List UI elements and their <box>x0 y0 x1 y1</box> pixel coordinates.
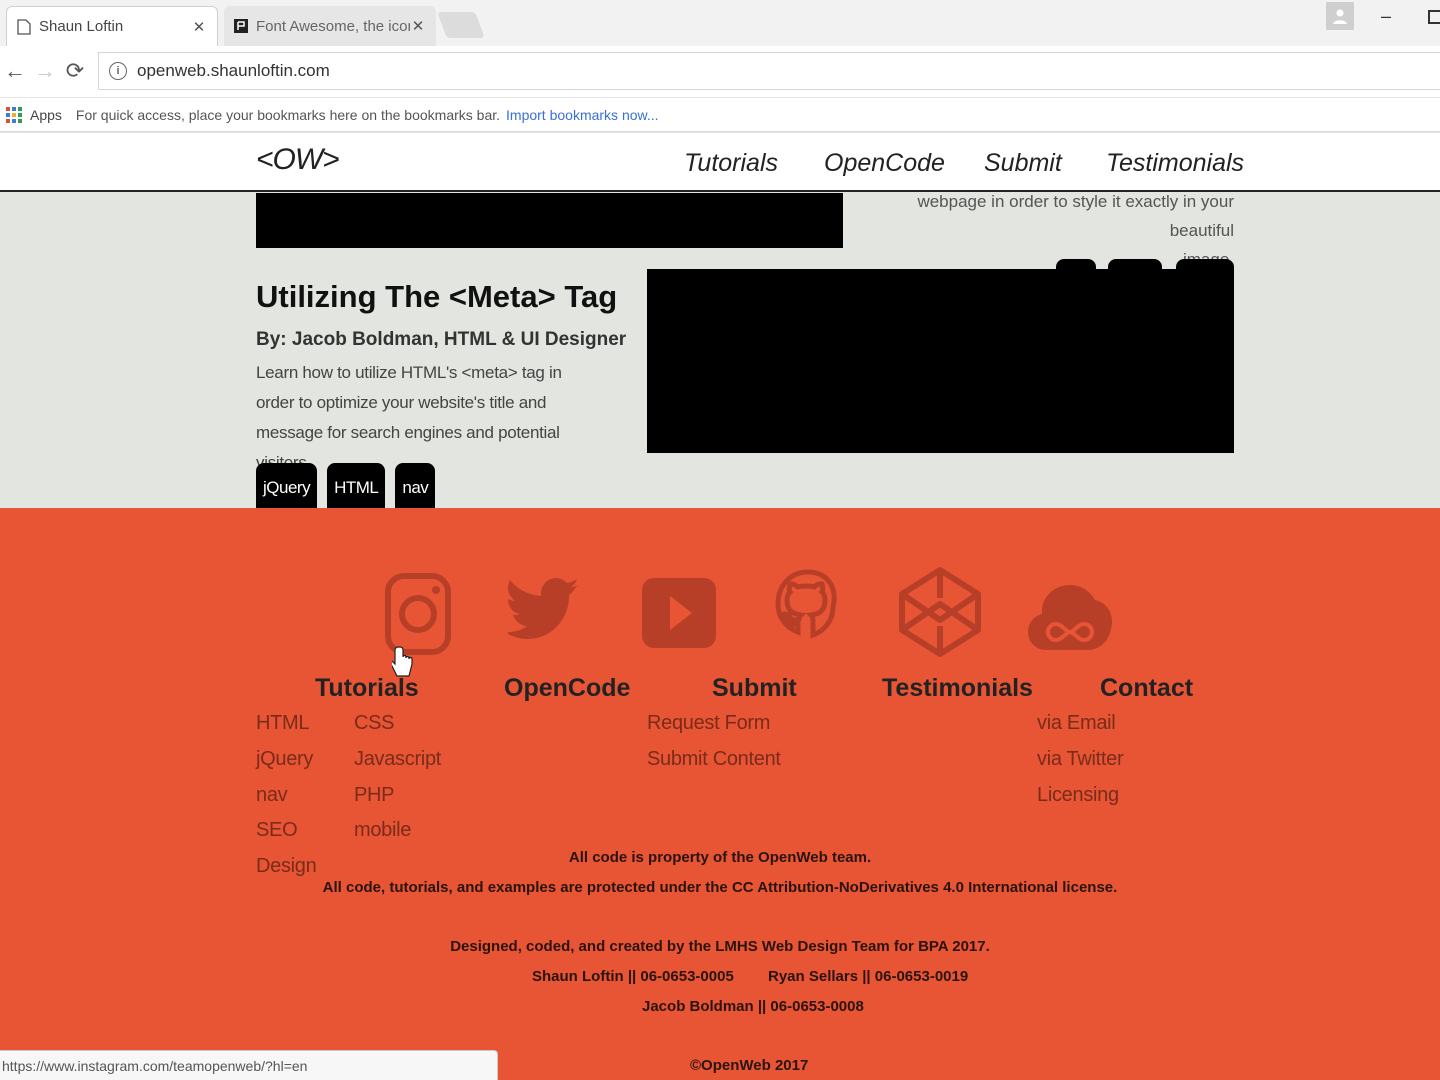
tab-label: Font Awesome, the iconi <box>256 17 410 35</box>
site-footer: Tutorials OpenCode Submit Testimonials C… <box>0 508 1440 1080</box>
codepen-icon[interactable] <box>896 562 984 662</box>
tag-html[interactable]: HTML <box>327 463 386 508</box>
import-bookmarks-link[interactable]: Import bookmarks now... <box>506 107 659 123</box>
footer-link-submit-content[interactable]: Submit Content <box>647 748 781 771</box>
credit-shaun: Shaun Loftin || 06-0653-0005 <box>532 968 734 985</box>
previous-text-line: webpage in order to style it exactly in … <box>917 193 1234 240</box>
site-header: <OW> Tutorials OpenCode Submit Testimoni… <box>0 133 1440 192</box>
tag-nav[interactable]: nav <box>395 463 436 508</box>
article-tags: jQuery HTML nav <box>256 463 436 508</box>
apps-shortcut[interactable]: Apps <box>30 107 62 123</box>
footer-link-seo[interactable]: SEO <box>256 819 298 842</box>
article-title[interactable]: Utilizing The <Meta> Tag <box>256 279 617 315</box>
address-bar[interactable]: i openweb.shaunloftin.com <box>98 52 1440 90</box>
nav-tutorials[interactable]: Tutorials <box>684 149 778 178</box>
profile-icon[interactable] <box>1326 2 1354 30</box>
credit-jacob: Jacob Boldman || 06-0653-0008 <box>642 998 864 1015</box>
footer-link-css[interactable]: CSS <box>354 712 395 735</box>
footer-link-via-twitter[interactable]: via Twitter <box>1037 748 1124 771</box>
nav-submit[interactable]: Submit <box>984 149 1062 178</box>
legal-license: All code, tutorials, and examples are pr… <box>322 879 1118 896</box>
apps-grid-icon[interactable] <box>6 106 22 123</box>
nav-opencode[interactable]: OpenCode <box>824 149 945 178</box>
footer-link-licensing[interactable]: Licensing <box>1037 784 1119 807</box>
font-awesome-icon <box>234 19 248 33</box>
footer-link-javascript[interactable]: Javascript <box>354 748 441 771</box>
footer-link-jquery[interactable]: jQuery <box>256 748 313 771</box>
footer-link-via-email[interactable]: via Email <box>1037 712 1116 735</box>
footer-link-php[interactable]: PHP <box>354 784 395 807</box>
close-tab-icon[interactable]: ✕ <box>191 18 207 36</box>
copyright: ©OpenWeb 2017 <box>690 1057 809 1074</box>
footer-link-html[interactable]: HTML <box>256 712 310 735</box>
footer-title-opencode[interactable]: OpenCode <box>504 674 630 703</box>
footer-title-contact[interactable]: Contact <box>1100 674 1193 703</box>
minimize-icon[interactable]: – <box>1376 6 1396 26</box>
forward-arrow-icon[interactable]: → <box>32 58 58 84</box>
bookmarks-bar: Apps For quick access, place your bookma… <box>0 98 1440 132</box>
nav-testimonials[interactable]: Testimonials <box>1106 149 1244 178</box>
instagram-icon[interactable] <box>378 562 458 662</box>
footer-title-submit[interactable]: Submit <box>712 674 797 703</box>
article-section: webpage in order to style it exactly in … <box>0 193 1440 508</box>
back-arrow-icon[interactable]: ← <box>2 58 28 84</box>
legal-property: All code is property of the OpenWeb team… <box>568 849 872 866</box>
youtube-icon[interactable] <box>640 562 718 662</box>
footer-link-nav[interactable]: nav <box>256 784 288 807</box>
tab-shaun-loftin[interactable]: Shaun Loftin ✕ <box>6 6 218 46</box>
footer-title-testimonials[interactable]: Testimonials <box>882 674 1033 703</box>
designed-by: Designed, coded, and created by the LMHS… <box>450 938 990 955</box>
article-description: Learn how to utilize HTML's <meta> tag i… <box>256 363 562 472</box>
reload-icon[interactable]: ⟳ <box>62 58 88 84</box>
credit-ryan: Ryan Sellars || 06-0653-0019 <box>768 968 969 985</box>
footer-link-request-form[interactable]: Request Form <box>647 712 770 735</box>
tab-font-awesome[interactable]: Font Awesome, the iconi ✕ <box>224 6 436 46</box>
footer-link-mobile[interactable]: mobile <box>354 819 411 842</box>
site-logo[interactable]: <OW> <box>256 143 340 177</box>
tag-jquery[interactable]: jQuery <box>256 463 318 508</box>
article-image[interactable] <box>647 269 1234 453</box>
maximize-icon[interactable] <box>1428 10 1440 24</box>
new-tab-button[interactable] <box>437 12 485 38</box>
github-icon[interactable] <box>770 562 846 662</box>
tab-label: Shaun Loftin <box>39 18 124 35</box>
article-byline: By: Jacob Boldman, HTML & UI Designer <box>256 329 627 350</box>
creative-cloud-icon[interactable] <box>1026 562 1114 662</box>
url-text: openweb.shaunloftin.com <box>137 61 330 80</box>
twitter-icon[interactable] <box>504 562 588 662</box>
page-icon <box>17 18 31 35</box>
bookmarks-hint: For quick access, place your bookmarks h… <box>75 106 501 123</box>
mouse-cursor-icon <box>392 646 413 677</box>
previous-article-image <box>256 193 843 248</box>
close-tab-icon[interactable]: ✕ <box>410 17 426 35</box>
status-url-bar: https://www.instagram.com/teamopenweb/?h… <box>0 1050 498 1080</box>
info-icon[interactable]: i <box>109 62 127 80</box>
browser-tab-strip: Shaun Loftin ✕ Font Awesome, the iconi ✕… <box>0 0 1440 46</box>
browser-toolbar: ← → ⟳ i openweb.shaunloftin.com <box>0 46 1440 98</box>
